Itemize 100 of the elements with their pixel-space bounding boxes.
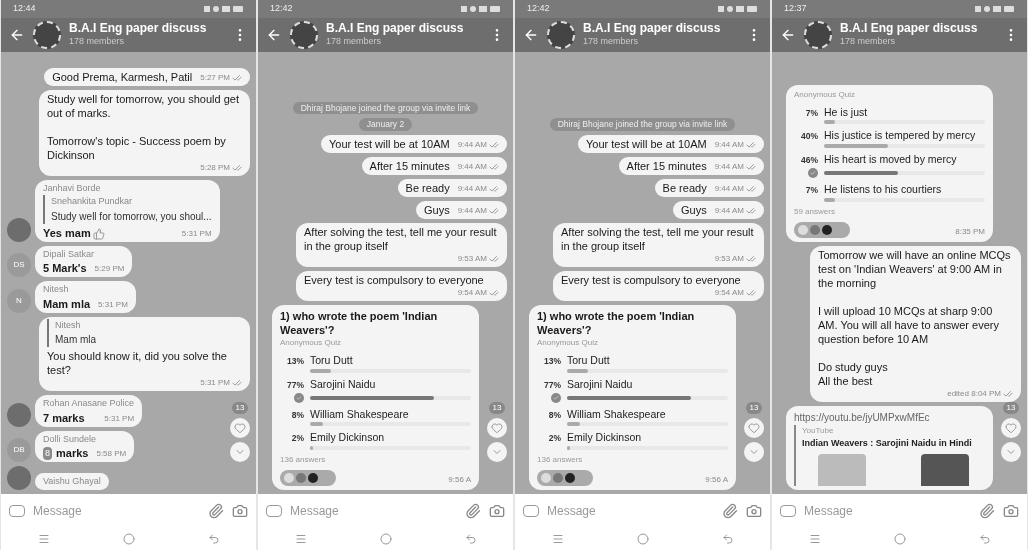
home-icon[interactable] <box>379 533 392 545</box>
message-bubble[interactable]: Be ready 9:44 AM <box>397 179 507 197</box>
message-bubble[interactable]: Study well for tomorrow, you should get out of marks. Tomorrow's topic - Success poem by Dickinson 5:28 PM <box>39 89 250 176</box>
group-title[interactable]: B.A.I Eng paper discuss <box>326 21 481 36</box>
option-label: William Shakespeare <box>567 406 666 422</box>
member-count: 178 members <box>69 35 126 49</box>
group-title[interactable]: B.A.I Eng paper discuss <box>583 21 738 36</box>
message-input[interactable]: Message <box>804 502 971 520</box>
scroll-down-button[interactable] <box>230 442 250 462</box>
recent-apps-icon[interactable] <box>808 533 821 545</box>
recent-apps-icon[interactable] <box>294 533 307 545</box>
message-bubble[interactable]: Be ready 9:44 AM <box>654 179 764 197</box>
message-bubble[interactable]: Dolli Sundele 8 marks 5:58 PM <box>35 430 135 462</box>
link-url[interactable]: https://youtu.be/jyUMPxwMfEc <box>794 409 985 425</box>
message-bubble[interactable]: Rohan Anasane Police 7 marks 5:31 PM <box>35 395 143 427</box>
message-input[interactable]: Message <box>290 502 457 520</box>
message-bubble[interactable] <box>810 245 1021 402</box>
gif-icon[interactable] <box>9 505 25 517</box>
home-icon[interactable] <box>636 533 649 545</box>
attach-icon[interactable] <box>465 503 481 519</box>
unread-badge: 13 <box>1002 402 1020 414</box>
reactions-button[interactable] <box>230 418 250 438</box>
back-icon[interactable] <box>266 27 282 43</box>
gif-icon[interactable] <box>266 505 282 517</box>
camera-icon[interactable] <box>746 503 762 519</box>
message-bubble[interactable]: Every test is compulsory to everyone 9:54 AM <box>296 271 507 301</box>
attach-icon[interactable] <box>722 503 738 519</box>
link-bubble[interactable]: https://youtu.be/jyUMPxwMfEc YouTube Indian Weavers : Sarojini Naidu in Hindi <box>786 405 993 490</box>
message-bubble[interactable]: Your test will be at 10AM 9:44 AM <box>321 135 507 153</box>
message-bubble[interactable]: Nitesh Mam mla You should know it, did you solve the test? 5:31 PM <box>39 316 250 391</box>
home-icon[interactable] <box>122 533 135 545</box>
quiz-bubble[interactable]: 1) who wrote the poem 'Indian Weavers'? Anonymous Quiz 13% Toru Dutt 77% Sarojini Naidu 8% William Shakespeare 2% Emily Dickinson 136 answers 9:56 A <box>529 305 736 490</box>
group-title[interactable]: B.A.I Eng paper discuss <box>69 21 224 36</box>
message-bubble[interactable]: Janhavi Borde Snehankita Pundkar Study well for tomorrow, you shoul... Yes mam 5:31 PM <box>35 179 220 242</box>
member-count: 178 members <box>583 35 640 49</box>
back-nav-icon[interactable] <box>464 533 477 545</box>
reactions-button[interactable] <box>1001 418 1021 438</box>
reactions-button[interactable] <box>744 418 764 438</box>
message-time: 5:28 PM <box>200 161 230 174</box>
reactions-pill[interactable] <box>794 221 850 238</box>
message-text: Guys <box>680 203 707 217</box>
camera-icon[interactable] <box>489 503 505 519</box>
back-nav-icon[interactable] <box>721 533 734 545</box>
attach-icon[interactable] <box>208 503 224 519</box>
message-bubble[interactable]: After solving the test, tell me your result in the group itself 9:53 AM <box>296 223 507 267</box>
back-icon[interactable] <box>523 27 539 43</box>
message-text: You should know it, did you solve the test? <box>47 349 228 377</box>
camera-icon[interactable] <box>232 503 248 519</box>
message-bubble[interactable]: Every test is compulsory to everyone 9:54 AM <box>553 271 764 301</box>
scroll-down-button[interactable] <box>487 442 507 462</box>
back-icon[interactable] <box>9 27 25 43</box>
message-bubble[interactable]: Good Prema, Karmesh, Patil 5:27 PM <box>44 67 250 86</box>
back-icon[interactable] <box>780 27 796 43</box>
quote-text: Study well for tomorrow, you shoul... <box>51 209 212 224</box>
avatar-photo-placeholder[interactable] <box>7 217 31 242</box>
avatar-photo-placeholder[interactable] <box>7 466 31 490</box>
reactions-pill[interactable] <box>280 470 336 486</box>
scroll-down-button[interactable] <box>1001 442 1021 462</box>
recent-apps-icon[interactable] <box>37 533 50 545</box>
message-time: 9:44 AM <box>714 161 744 173</box>
message-composer[interactable]: Message <box>515 494 770 528</box>
quiz-bubble[interactable]: 1) who wrote the poem 'Indian Weavers'? Anonymous Quiz 13% Toru Dutt 77% Sarojini Naidu 8% William Shakespeare 2% Emily Dickinson 136 answers 9:56 A <box>272 305 479 490</box>
group-logo-icon[interactable] <box>290 21 318 49</box>
message-bubble[interactable]: Guys 9:44 AM <box>415 201 507 219</box>
recent-apps-icon[interactable] <box>551 533 564 545</box>
status-icons-icon <box>718 5 758 13</box>
group-logo-icon[interactable] <box>547 21 575 49</box>
back-nav-icon[interactable] <box>207 533 220 545</box>
group-logo-icon[interactable] <box>33 21 61 49</box>
group-title[interactable]: B.A.I Eng paper discuss <box>840 21 995 36</box>
quiz-bubble[interactable]: Anonymous Quiz 7% He is just 40% His justice is tempered by mercy 46% His heart is moved by mercy 7% He listens to his courtiers 59 answers 8:35 PM <box>786 84 993 242</box>
scroll-down-button[interactable] <box>744 442 764 462</box>
message-composer[interactable]: Message <box>772 494 1027 528</box>
message-input[interactable]: Message <box>33 502 200 520</box>
back-nav-icon[interactable] <box>978 533 991 545</box>
message-bubble[interactable]: After solving the test, tell me your result in the group itself 9:53 AM <box>553 223 764 267</box>
option-percent: 8% <box>290 408 304 422</box>
gif-icon[interactable] <box>523 505 539 517</box>
message-bubble[interactable]: Dipali Satkar 5 Mark's 5:29 PM <box>35 245 133 277</box>
option-label: His heart is moved by mercy <box>824 152 957 167</box>
avatar-photo-placeholder[interactable] <box>7 402 31 427</box>
message-bubble[interactable]: Guys 9:44 AM <box>672 201 764 219</box>
message-bubble[interactable]: After 15 minutes 9:44 AM <box>361 157 507 175</box>
home-icon[interactable] <box>893 533 906 545</box>
reactions-pill[interactable] <box>537 470 593 486</box>
message-bubble[interactable]: Your test will be at 10AM 9:44 AM <box>578 135 764 153</box>
message-composer[interactable]: Message <box>258 494 513 528</box>
message-composer[interactable]: Message <box>1 494 256 528</box>
double-check-icon <box>489 254 499 264</box>
group-logo-icon[interactable] <box>804 21 832 49</box>
reactions-button[interactable] <box>487 418 507 438</box>
attach-icon[interactable] <box>979 503 995 519</box>
message-time: 9:44 AM <box>457 139 487 151</box>
camera-icon[interactable] <box>1003 503 1019 519</box>
gif-icon[interactable] <box>780 505 796 517</box>
message-bubble[interactable]: After 15 minutes 9:44 AM <box>618 157 764 175</box>
message-input[interactable]: Message <box>547 502 714 520</box>
reply-quote[interactable]: Nitesh Mam mla <box>47 318 242 347</box>
message-bubble[interactable]: Nitesh Mam mla 5:31 PM <box>35 281 136 313</box>
reply-quote[interactable]: Snehankita Pundkar Study well for tomorrow, you shoul... <box>43 195 212 224</box>
